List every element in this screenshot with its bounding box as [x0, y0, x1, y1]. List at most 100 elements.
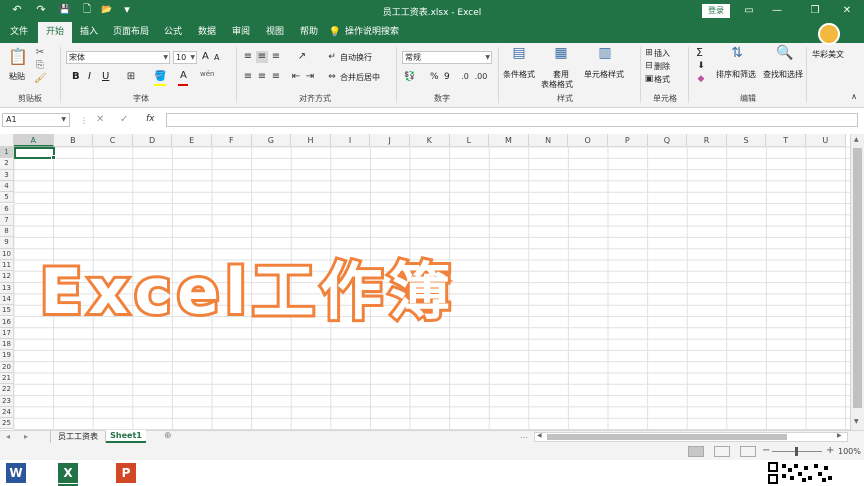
name-box[interactable]: A1 ▼ [2, 113, 70, 127]
find-select-button[interactable]: 查找和选择 [763, 69, 803, 80]
zoom-in-button[interactable]: + [826, 445, 834, 456]
vertical-scrollbar[interactable]: ▲ ▼ [850, 134, 864, 430]
align-right-icon[interactable]: ≡ [270, 71, 282, 83]
increase-decimal-icon[interactable]: .0 [458, 71, 472, 83]
tab-home[interactable]: 开始 [38, 22, 72, 43]
align-top-icon[interactable]: ≡ [242, 51, 254, 63]
horizontal-scrollbar[interactable]: ◀ ▶ [534, 432, 848, 442]
sheet-tab-sheet1[interactable]: Sheet1 [106, 430, 146, 443]
tab-view[interactable]: 视图 [260, 22, 290, 43]
insert-cells-icon[interactable]: ⊞ [644, 47, 654, 59]
insert-function-icon[interactable]: fx [146, 114, 155, 124]
phonetic-button[interactable]: wén [200, 70, 214, 78]
find-select-icon[interactable]: 🔍 [776, 46, 794, 65]
delete-cells-button[interactable]: 删除 [654, 61, 670, 72]
decrease-decimal-icon[interactable]: .00 [474, 71, 488, 83]
cell-styles-icon[interactable]: ▥ [596, 46, 614, 65]
cell-styles-button[interactable]: 单元格样式 [584, 69, 624, 80]
scroll-right-icon[interactable]: ▶ [837, 432, 842, 439]
restore-button[interactable]: ❐ [804, 2, 826, 20]
normal-view-icon[interactable] [688, 446, 704, 457]
tab-file[interactable]: 文件 [4, 22, 34, 43]
increase-indent-icon[interactable]: ⇥ [304, 71, 316, 83]
ribbon-display-icon[interactable]: ▭ [738, 2, 760, 20]
comma-button[interactable]: 9 [444, 72, 450, 82]
sheet-nav-next-icon[interactable]: ▸ [24, 432, 28, 441]
formula-input[interactable] [166, 113, 858, 127]
word-app-icon[interactable]: W [6, 463, 26, 483]
zoom-level[interactable]: 100% [838, 447, 861, 456]
active-cell[interactable] [14, 147, 55, 159]
scroll-down-icon[interactable]: ▼ [854, 418, 859, 425]
tab-data[interactable]: 数据 [192, 22, 222, 43]
enter-icon[interactable]: ✓ [120, 114, 128, 125]
format-painter-icon[interactable]: 🖌 [34, 73, 47, 85]
fill-handle[interactable] [51, 155, 56, 160]
merge-center-button[interactable]: 合并后居中 [340, 72, 380, 83]
bold-button[interactable]: B [72, 71, 80, 82]
powerpoint-app-icon[interactable]: P [116, 463, 136, 483]
paste-button[interactable]: 粘贴 [9, 71, 25, 82]
copy-icon[interactable]: ⎘ [34, 60, 46, 72]
tab-page-layout[interactable]: 页面布局 [108, 22, 154, 43]
insert-cells-button[interactable]: 插入 [654, 48, 670, 59]
paste-icon[interactable]: 📋 [8, 49, 28, 69]
horizontal-scroll-thumb[interactable] [547, 434, 787, 440]
tab-review[interactable]: 审阅 [226, 22, 256, 43]
fill-color-icon[interactable]: 🪣 [154, 71, 166, 83]
delete-cells-icon[interactable]: ⊟ [644, 60, 654, 72]
format-as-table-icon[interactable]: ▦ [552, 46, 570, 65]
tab-help[interactable]: 帮助 [294, 22, 324, 43]
italic-button[interactable]: I [88, 71, 91, 82]
grow-font-button[interactable]: A [202, 51, 209, 62]
sort-filter-icon[interactable]: ⇅ [728, 46, 746, 65]
page-break-view-icon[interactable] [740, 446, 756, 457]
conditional-formatting-button[interactable]: 条件格式 [503, 69, 535, 80]
borders-icon[interactable]: ⊞ [125, 71, 137, 83]
cut-icon[interactable]: ✂ [34, 47, 46, 59]
percent-button[interactable]: % [430, 72, 439, 82]
collapse-ribbon-icon[interactable]: ∧ [848, 91, 860, 103]
font-size-select[interactable]: 10 ▼ [173, 51, 197, 64]
format-cells-button[interactable]: 格式 [654, 74, 670, 85]
zoom-slider-thumb[interactable] [795, 447, 798, 456]
login-button[interactable]: 登录 [702, 4, 730, 18]
more-sheets-icon[interactable]: ... [520, 431, 528, 440]
sheet-tab-salary[interactable]: 员工工资表 [50, 431, 106, 443]
page-layout-view-icon[interactable] [714, 446, 730, 457]
fill-down-icon[interactable]: ⬇ [696, 60, 706, 72]
wrap-text-icon[interactable]: ↵ [326, 51, 338, 63]
tab-insert[interactable]: 插入 [74, 22, 104, 43]
wrap-text-button[interactable]: 自动换行 [340, 52, 372, 63]
font-color-button[interactable]: A [180, 70, 187, 81]
underline-button[interactable]: U [102, 71, 109, 82]
tell-me-search[interactable]: 操作说明搜索 [344, 22, 400, 43]
accounting-format-icon[interactable]: 💱 [404, 71, 416, 83]
vertical-scroll-thumb[interactable] [853, 148, 862, 408]
format-as-table-line2[interactable]: 表格格式 [541, 79, 573, 90]
conditional-formatting-icon[interactable]: ▤ [510, 46, 528, 65]
font-name-select[interactable]: 宋体 ▼ [66, 51, 170, 64]
align-middle-icon[interactable]: ≡ [256, 51, 268, 63]
add-sheet-icon[interactable]: ⊕ [164, 431, 172, 441]
align-left-icon[interactable]: ≡ [242, 71, 254, 83]
number-format-select[interactable]: 常规 ▼ [402, 51, 492, 64]
zoom-out-button[interactable]: − [762, 445, 770, 456]
minimize-button[interactable]: — [766, 2, 788, 20]
scroll-up-icon[interactable]: ▲ [854, 136, 859, 143]
decrease-indent-icon[interactable]: ⇤ [290, 71, 302, 83]
tab-formulas[interactable]: 公式 [158, 22, 188, 43]
shrink-font-button[interactable]: A [214, 53, 219, 62]
scroll-left-icon[interactable]: ◀ [537, 432, 542, 439]
sort-filter-button[interactable]: 排序和筛选 [716, 69, 756, 80]
clear-icon[interactable]: ◆ [696, 73, 706, 85]
align-center-icon[interactable]: ≡ [256, 71, 268, 83]
sheet-nav-prev-icon[interactable]: ◂ [6, 432, 10, 441]
autosum-button[interactable]: Σ [696, 46, 703, 59]
merge-icon[interactable]: ⇔ [326, 71, 338, 83]
cancel-icon[interactable]: ✕ [96, 114, 104, 125]
format-cells-icon[interactable]: ▣ [644, 73, 654, 85]
align-bottom-icon[interactable]: ≡ [270, 51, 282, 63]
orientation-icon[interactable]: ↗ [296, 51, 308, 63]
close-button[interactable]: ✕ [836, 2, 858, 20]
